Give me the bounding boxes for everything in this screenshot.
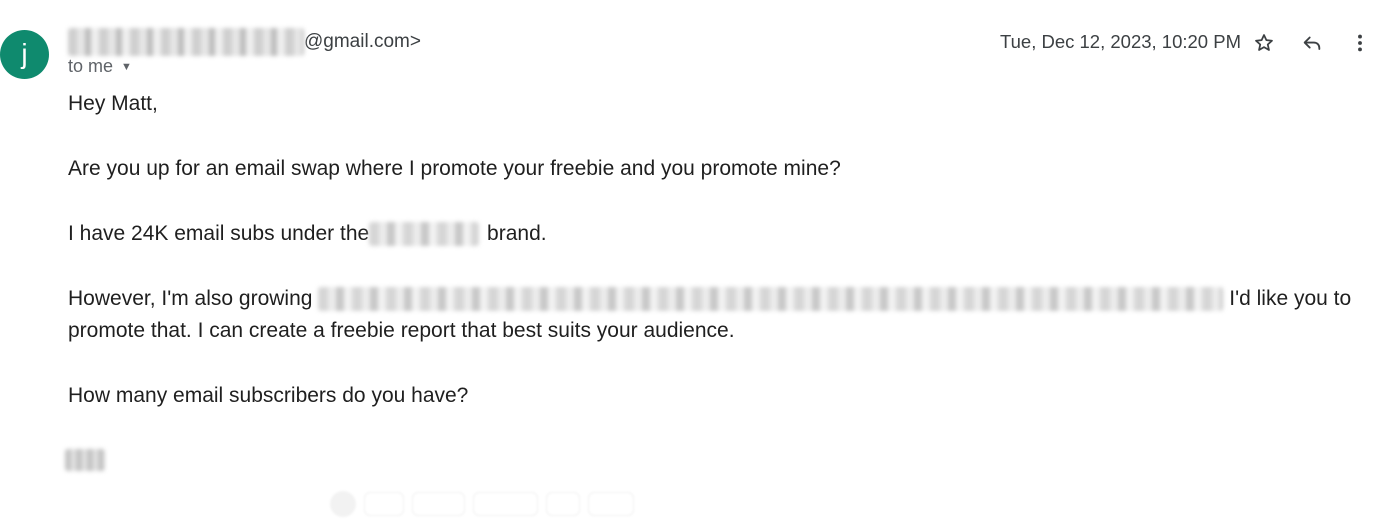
redacted-link: [318, 287, 1224, 312]
reply-button[interactable]: [1297, 28, 1327, 58]
faded-chip: [587, 492, 635, 516]
body-line-4: How many email subscribers do you have?: [68, 384, 469, 407]
email-date: Tue, Dec 12, 2023, 10:20 PM: [1000, 31, 1241, 52]
chevron-down-icon[interactable]: ▼: [121, 61, 132, 73]
body-line-2-start: I have 24K email subs under the: [68, 222, 370, 245]
faded-search-toolbar: [330, 488, 1070, 520]
body-line-3-start: However, I'm also growing: [68, 287, 319, 310]
sender-email: @gmail.com>: [304, 31, 421, 52]
pen-icon: [330, 491, 356, 517]
reply-icon: [1303, 36, 1321, 50]
body-line-2: I have 24K email subs under the brand.: [68, 218, 1368, 250]
faded-chip: [472, 492, 538, 516]
redacted-signature: [65, 449, 105, 471]
redacted-brand: [369, 222, 480, 247]
redacted-sender-name: [68, 28, 304, 56]
greeting: Hey Matt,: [68, 92, 158, 115]
body-line-1: Are you up for an email swap where I pro…: [68, 157, 841, 180]
star-button[interactable]: [1249, 28, 1279, 58]
star-icon: [1255, 34, 1273, 51]
sender-line: @gmail.com>: [68, 28, 421, 56]
more-options-button[interactable]: [1345, 28, 1375, 58]
faded-chip: [545, 492, 580, 516]
faded-chip: [364, 492, 405, 516]
recipient-line[interactable]: to me ▼: [68, 56, 132, 77]
sender-avatar[interactable]: j: [0, 30, 49, 79]
to-label: to me: [68, 56, 114, 76]
more-vertical-icon: [1358, 34, 1362, 52]
avatar-letter: j: [21, 38, 28, 69]
faded-chip: [412, 492, 465, 516]
body-line-2-end: brand.: [481, 222, 547, 245]
body-line-3: However, I'm also growing I'd like you t…: [68, 283, 1368, 347]
